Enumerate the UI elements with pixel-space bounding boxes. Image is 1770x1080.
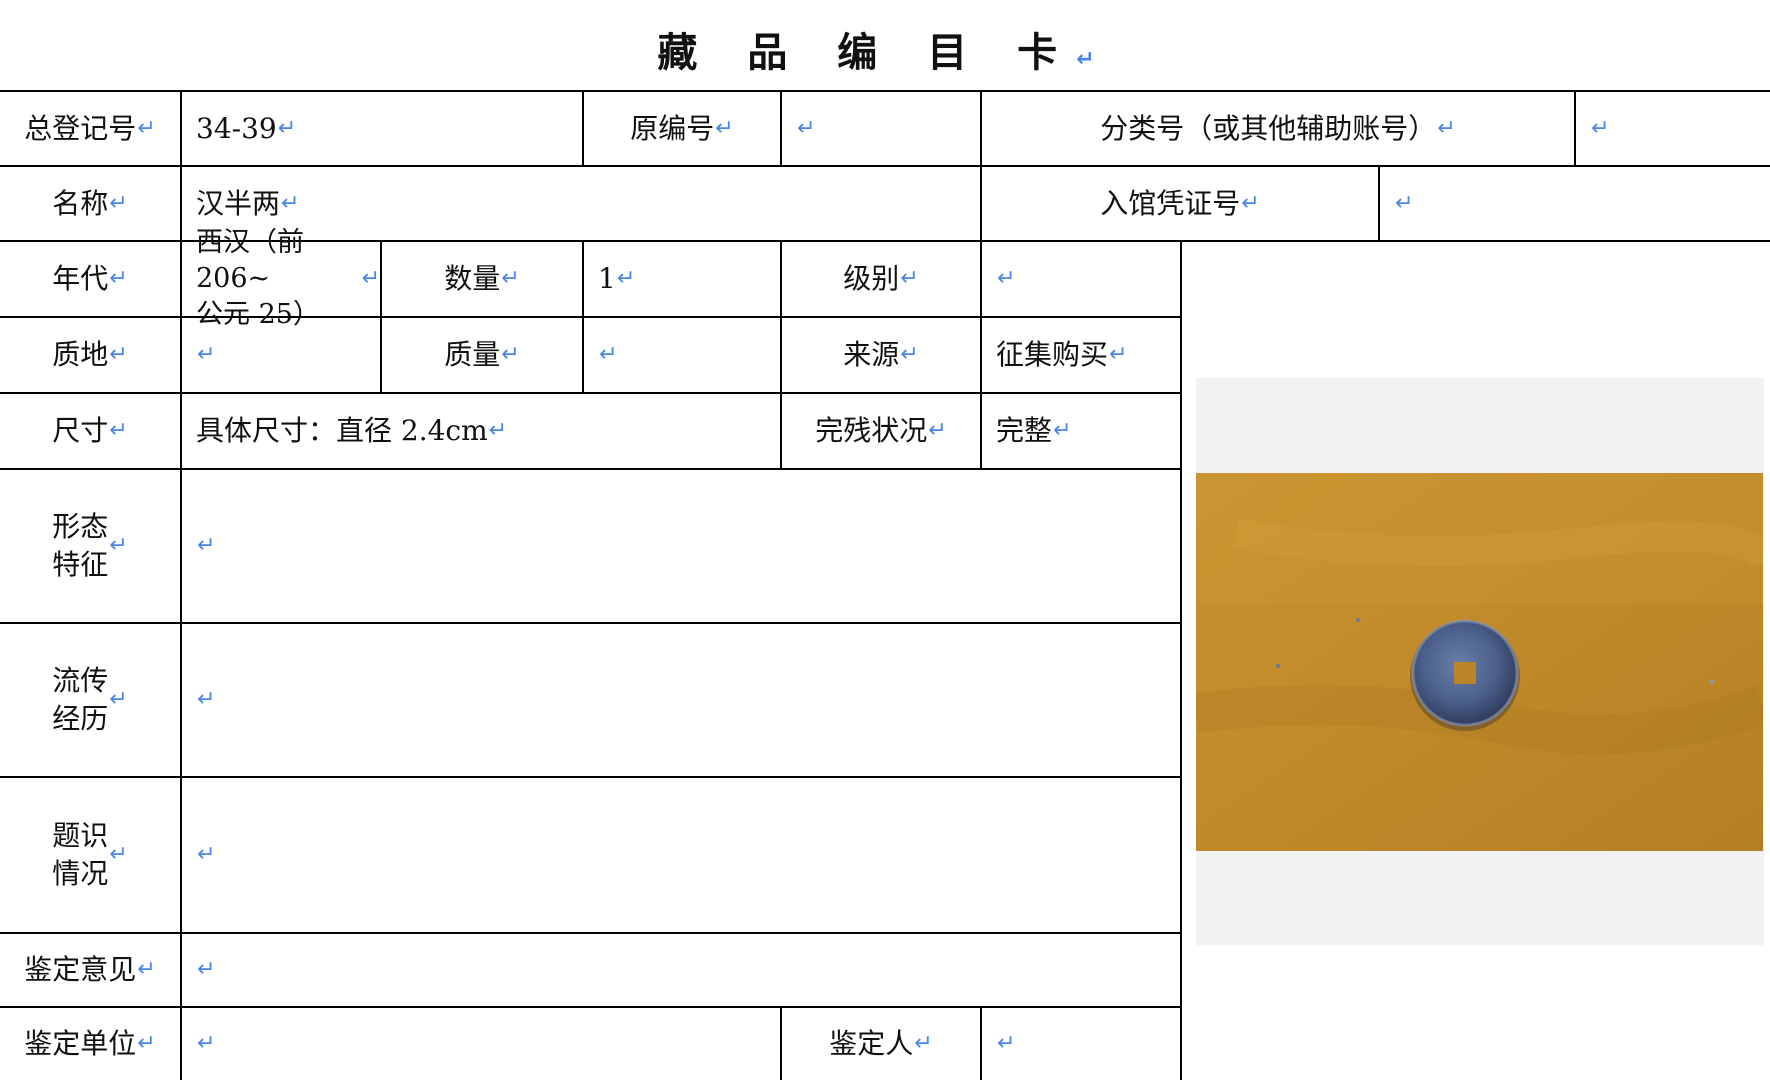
era-value: 西汉（前 206~ 公元 25） ↵: [196, 227, 380, 330]
history-label: 流传 经历 ↵: [52, 664, 128, 735]
class-no-value: ↵: [1591, 115, 1610, 141]
quantity-label: 数量 ↵: [444, 262, 520, 295]
era-label: 年代 ↵: [52, 262, 128, 295]
size-label: 尺寸 ↵: [52, 414, 128, 447]
name-label: 名称 ↵: [52, 186, 128, 220]
inscription-value: ↵: [197, 842, 216, 867]
opinion-label: 鉴定意见 ↵: [24, 953, 156, 986]
history-value: ↵: [197, 687, 216, 712]
source-value: 征集购买 ↵: [996, 338, 1128, 371]
unit-label: 鉴定单位 ↵: [24, 1027, 156, 1060]
condition-value: 完整 ↵: [996, 414, 1072, 447]
coin-photo: [1196, 473, 1763, 851]
material-label: 质地 ↵: [52, 338, 128, 371]
registration-no-label: 总登记号 ↵: [24, 111, 156, 145]
mass-label: 质量 ↵: [444, 338, 520, 371]
appraiser-label: 鉴定人 ↵: [829, 1027, 933, 1060]
voucher-value: ↵: [1395, 190, 1414, 216]
registration-no-value: 34-39 ↵: [196, 111, 297, 145]
form-label: 形态 特征 ↵: [52, 510, 128, 581]
rule: [1180, 240, 1182, 1080]
grade-value: ↵: [997, 266, 1016, 291]
grade-label: 级别 ↵: [843, 262, 919, 295]
size-value: 具体尺寸：直径 2.4cm ↵: [196, 414, 508, 447]
opinion-value: ↵: [197, 957, 216, 982]
source-label: 来源 ↵: [843, 338, 919, 371]
card-title: 藏 品 编 目 卡↵: [657, 29, 1113, 76]
condition-label: 完残状况 ↵: [815, 414, 947, 447]
form-value: ↵: [197, 533, 216, 558]
material-value: ↵: [197, 342, 216, 367]
mass-value: ↵: [599, 342, 618, 367]
original-no-value: ↵: [797, 115, 816, 141]
appraiser-value: ↵: [997, 1031, 1016, 1056]
voucher-label: 入馆凭证号 ↵: [1100, 186, 1260, 220]
unit-value: ↵: [197, 1031, 216, 1056]
quantity-value: 1 ↵: [598, 262, 636, 295]
original-no-label: 原编号 ↵: [630, 111, 734, 145]
class-no-label: 分类号（或其他辅助账号） ↵: [1100, 111, 1456, 145]
inscription-label: 题识 情况 ↵: [52, 819, 128, 890]
